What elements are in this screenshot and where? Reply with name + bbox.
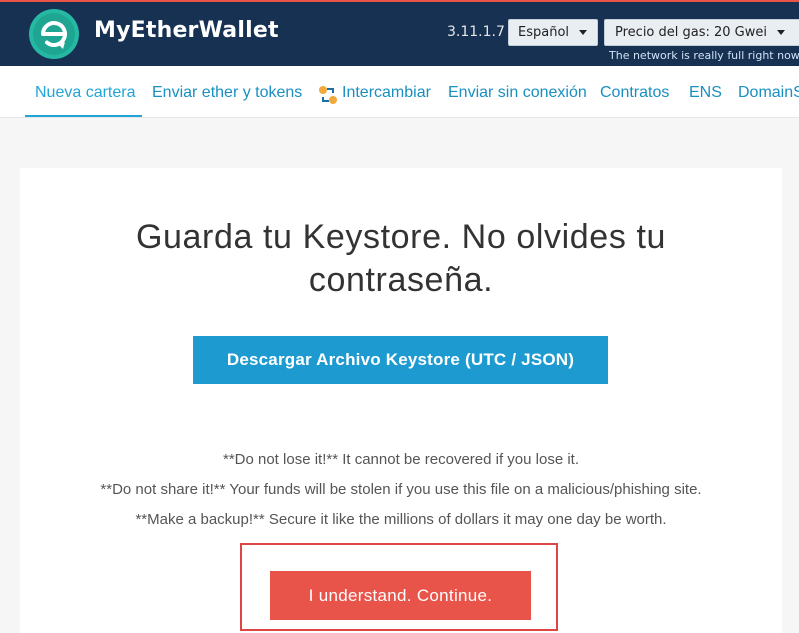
language-dropdown[interactable]: Español [508,19,598,46]
brand-name[interactable]: MyEtherWallet [94,18,279,43]
tab-ens[interactable]: ENS [689,84,722,102]
gas-price-dropdown[interactable]: Precio del gas: 20 Gwei [604,19,799,46]
gas-network-note: The network is really full right now. C [609,49,799,62]
download-keystore-button[interactable]: Descargar Archivo Keystore (UTC / JSON) [193,336,608,384]
tab-intercambiar[interactable]: Intercambiar [342,84,431,102]
main-nav: Nueva cartera Enviar ether y tokens Inte… [0,66,799,118]
continue-button[interactable]: I understand. Continue. [270,571,531,620]
tab-domainsale[interactable]: DomainS [738,84,799,102]
active-tab-indicator [25,115,142,117]
swap-icon [319,86,337,104]
page-title-line-1: Guarda tu Keystore. No olvides tu [135,218,667,256]
warning-do-not-lose: **Do not lose it!** It cannot be recover… [222,451,580,468]
mew-logo-icon[interactable] [29,9,79,59]
language-dropdown-value: Español [518,25,570,40]
warning-do-not-share: **Do not share it!** Your funds will be … [100,481,702,498]
version-label: 3.11.1.7 [447,24,505,40]
tab-enviar-sin-conexion[interactable]: Enviar sin conexión [448,84,587,102]
tab-enviar-ether-y-tokens[interactable]: Enviar ether y tokens [152,84,302,102]
warning-make-backup: **Make a backup!** Secure it like the mi… [135,511,667,528]
gas-price-dropdown-value: Precio del gas: 20 Gwei [615,25,768,40]
page-title: Guarda tu Keystore. No olvides tu contra… [20,216,782,302]
tab-nueva-cartera[interactable]: Nueva cartera [35,84,136,102]
chevron-down-icon [579,30,588,35]
header-accent-stripe [0,0,799,2]
chevron-down-icon [777,30,786,35]
tab-contratos[interactable]: Contratos [600,84,669,102]
page-title-line-2: contraseña. [308,261,494,299]
